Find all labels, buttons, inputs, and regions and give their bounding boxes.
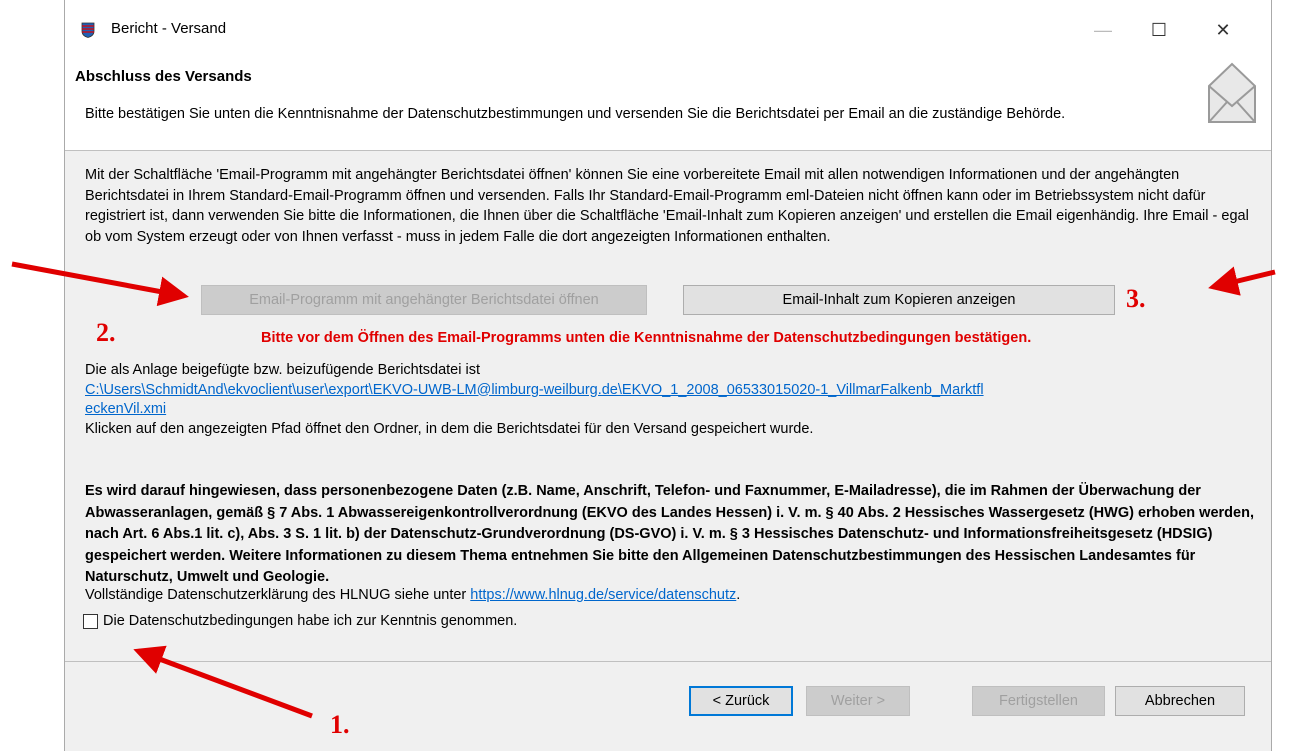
annotation-number-3: 3. [1126, 284, 1146, 313]
arrow-to-copy-button [1208, 266, 1276, 296]
arrow-to-email-button [11, 261, 189, 307]
arrow-to-checkbox [133, 645, 313, 719]
annotation-number-1: 1. [330, 710, 350, 739]
annotation-number-2: 2. [96, 318, 116, 347]
annotation-arrows [11, 261, 1276, 719]
